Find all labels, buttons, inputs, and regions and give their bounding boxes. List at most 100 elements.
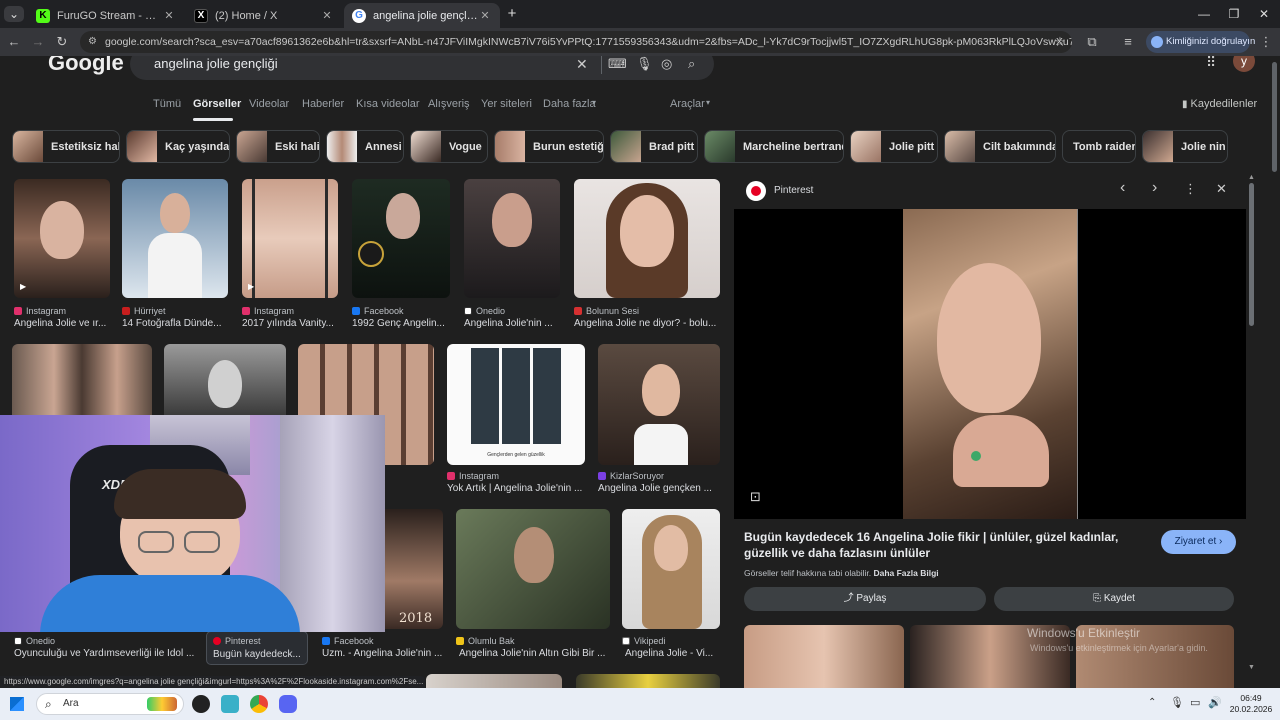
result-thumbnail[interactable] bbox=[622, 509, 720, 629]
result-title[interactable]: Uzm. - Angelina Jolie'nin ... bbox=[322, 648, 452, 659]
tab-places[interactable]: Yer siteleri bbox=[481, 98, 532, 110]
result-title[interactable]: 2017 yılında Vanity... bbox=[242, 318, 338, 329]
result-thumbnail[interactable] bbox=[122, 179, 228, 298]
reading-list-icon[interactable]: ≡ bbox=[1120, 34, 1136, 50]
result-thumbnail[interactable] bbox=[598, 344, 720, 465]
chrome-icon[interactable] bbox=[250, 695, 268, 713]
result-thumbnail[interactable] bbox=[574, 179, 720, 298]
new-tab-icon[interactable]: + bbox=[502, 6, 522, 22]
tab-all[interactable]: Tümü bbox=[153, 98, 181, 110]
result-thumbnail[interactable]: ▶ bbox=[14, 179, 110, 298]
windows-start-icon[interactable] bbox=[10, 697, 24, 711]
result-thumbnail[interactable]: 2018 bbox=[385, 509, 443, 629]
lens-icon[interactable]: ◎ bbox=[661, 56, 672, 72]
minimize-icon[interactable]: — bbox=[1194, 6, 1214, 22]
browser-menu-icon[interactable]: ⋮ bbox=[1258, 34, 1274, 50]
result-card[interactable]: Bolunun Sesi Angelina Jolie ne diyor? - … bbox=[574, 179, 720, 329]
result-card[interactable]: Facebook 1992 Genç Angelin... bbox=[352, 179, 450, 329]
forward-icon[interactable]: → bbox=[30, 34, 46, 50]
result-thumbnail[interactable]: Gençlerden gelen güzellik bbox=[447, 344, 585, 465]
chip-jolie-nin[interactable]: Jolie nin bbox=[1142, 130, 1228, 163]
result-thumbnail[interactable] bbox=[352, 179, 450, 298]
tab-videos[interactable]: Videolar bbox=[249, 98, 289, 110]
result-card[interactable]: ▶ Instagram Angelina Jolie ve ır... bbox=[14, 179, 110, 329]
chip-marcheline[interactable]: Marcheline bertrand bbox=[704, 130, 844, 163]
result-card[interactable] bbox=[164, 344, 286, 416]
previous-icon[interactable]: ‹ bbox=[1120, 179, 1125, 197]
result-title[interactable]: Angelina Jolie gençken ... bbox=[598, 483, 720, 494]
tab-x[interactable]: X (2) Home / X ✕ bbox=[186, 3, 342, 28]
chip-tomb-raider[interactable]: Tomb raider bbox=[1062, 130, 1136, 163]
result-card[interactable]: ▶ Instagram 2017 yılında Vanity... bbox=[242, 179, 338, 329]
voice-search-icon[interactable]: 🎙 bbox=[636, 56, 653, 72]
result-card[interactable]: Olumlu Bak Angelina Jolie'nin Altın Gibi… bbox=[456, 509, 610, 659]
tab-kick[interactable]: K FuruGO Stream - Watch Live or ✕ bbox=[28, 3, 184, 28]
profile-avatar[interactable]: y bbox=[1233, 56, 1255, 72]
search-input[interactable]: angelina jolie gençliği bbox=[154, 56, 278, 71]
result-title[interactable]: Bugün kaydedeck... bbox=[213, 649, 307, 660]
clear-search-icon[interactable]: ✕ bbox=[576, 56, 588, 73]
close-tab-icon[interactable]: ✕ bbox=[320, 9, 334, 22]
site-settings-icon[interactable]: ⚙ bbox=[88, 31, 97, 53]
tab-shopping[interactable]: Alışveriş bbox=[428, 98, 470, 110]
app-icon[interactable] bbox=[221, 695, 239, 713]
google-logo[interactable]: Google bbox=[48, 56, 124, 76]
result-title[interactable]: Oyunculuğu ve Yardımseverliği ile İdol .… bbox=[14, 648, 200, 659]
result-title[interactable]: Angelina Jolie ve ır... bbox=[14, 318, 110, 329]
result-title[interactable]: Angelina Jolie'nin Altın Gibi Bir ... bbox=[459, 648, 613, 659]
next-icon[interactable]: › bbox=[1152, 179, 1157, 197]
result-card[interactable]: Onedio Angelina Jolie'nin ... bbox=[464, 179, 560, 329]
result-title[interactable]: Angelina Jolie ne diyor? - bolu... bbox=[574, 318, 720, 329]
share-button[interactable]: ⤴ Paylaş bbox=[744, 587, 986, 611]
tab-google[interactable]: G angelina jolie gençliği - Google ✕ bbox=[344, 3, 500, 28]
verify-identity-button[interactable]: Kimliğinizi doğrulayın bbox=[1146, 31, 1255, 53]
chip-annesi[interactable]: Annesi bbox=[326, 130, 404, 163]
close-tab-icon[interactable]: ✕ bbox=[162, 9, 176, 22]
network-icon[interactable]: ▭ bbox=[1190, 696, 1200, 709]
chip-eski-hali[interactable]: Eski hali bbox=[236, 130, 320, 163]
preview-source[interactable]: Pinterest bbox=[774, 185, 813, 196]
result-title[interactable]: 1992 Genç Angelin... bbox=[352, 318, 450, 329]
chip-jolie-pitt[interactable]: Jolie pitt bbox=[850, 130, 938, 163]
taskbar-clock[interactable]: 06:49 20.02.2026 bbox=[1228, 693, 1274, 715]
related-image[interactable] bbox=[744, 625, 904, 688]
preview-image[interactable]: ⊡ bbox=[734, 209, 1246, 519]
apps-grid-icon[interactable]: ⠿ bbox=[1206, 56, 1216, 71]
result-title[interactable]: Angelina Jolie - Vi... bbox=[625, 648, 723, 659]
chip-kac-yasinda[interactable]: Kaç yaşında bbox=[126, 130, 230, 163]
keyboard-icon[interactable]: ⌨ bbox=[608, 56, 627, 72]
result-title[interactable]: Yok Artık | Angelina Jolie'nin ... bbox=[447, 483, 585, 494]
visit-button[interactable]: Ziyaret et › bbox=[1161, 530, 1236, 554]
more-options-icon[interactable]: ⋮ bbox=[1184, 181, 1197, 197]
result-thumbnail[interactable] bbox=[464, 179, 560, 298]
result-card[interactable]: Vikipedi Angelina Jolie - Vi... bbox=[622, 509, 720, 659]
bookmark-star-icon[interactable]: ☆ bbox=[1052, 34, 1068, 50]
tab-tools[interactable]: Araçlar bbox=[670, 98, 705, 110]
address-bar[interactable]: ⚙ google.com/search?sca_esv=a70acf896136… bbox=[80, 31, 1072, 53]
tab-images[interactable]: Görseller bbox=[193, 98, 241, 110]
close-preview-icon[interactable]: ✕ bbox=[1216, 181, 1227, 197]
tab-short-videos[interactable]: Kısa videolar bbox=[356, 98, 420, 110]
tab-news[interactable]: Haberler bbox=[302, 98, 344, 110]
extensions-icon[interactable]: ⧉ bbox=[1084, 34, 1100, 50]
result-thumbnail[interactable] bbox=[426, 674, 562, 688]
tab-search-icon[interactable]: ⌄ bbox=[4, 6, 24, 22]
result-thumbnail[interactable] bbox=[164, 344, 286, 416]
result-title[interactable]: Angelina Jolie'nin ... bbox=[464, 318, 560, 329]
microphone-icon[interactable]: 🎙 bbox=[1170, 696, 1184, 709]
result-card[interactable] bbox=[12, 344, 152, 416]
reload-icon[interactable]: ↻ bbox=[54, 34, 70, 50]
save-button[interactable]: ⎘ Kaydet bbox=[994, 587, 1234, 611]
result-card[interactable]: 2018 bbox=[385, 509, 443, 629]
tab-more[interactable]: Daha fazla bbox=[543, 98, 596, 110]
chip-brad-pitt[interactable]: Brad pitt bbox=[610, 130, 698, 163]
result-card[interactable]: Onedio Oyunculuğu ve Yardımseverliği ile… bbox=[14, 636, 200, 662]
panel-scrollbar[interactable] bbox=[1249, 183, 1254, 326]
restore-icon[interactable]: ❐ bbox=[1224, 6, 1244, 22]
search-box[interactable]: angelina jolie gençliği ✕ ⌨ 🎙 ◎ ⌕ bbox=[130, 56, 714, 80]
volume-icon[interactable]: 🔊 bbox=[1208, 696, 1222, 709]
taskbar-search[interactable]: ⌕ Ara bbox=[36, 693, 184, 715]
result-card[interactable]: Hürriyet 14 Fotoğrafla Dünde... bbox=[122, 179, 228, 329]
page-scrollbar[interactable] bbox=[1272, 62, 1277, 172]
result-card[interactable]: KizlarSoruyor Angelina Jolie gençken ... bbox=[598, 344, 720, 494]
